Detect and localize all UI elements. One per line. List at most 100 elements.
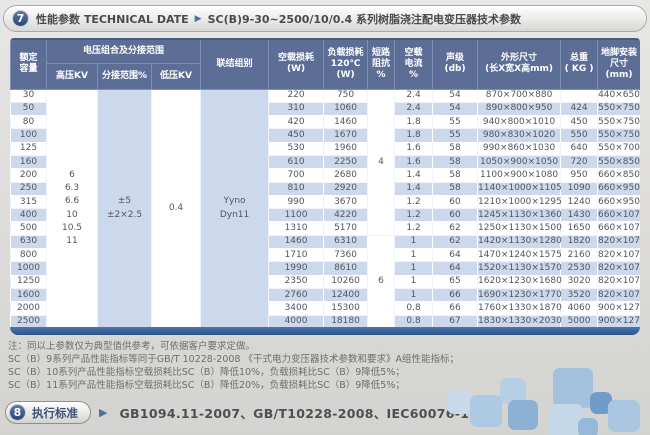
decor-square (508, 400, 538, 430)
cell-foundation: 660×950 (598, 195, 640, 208)
cell-load-loss: 1960 (324, 142, 368, 155)
cell-foundation: 550×850 (598, 155, 640, 168)
cell-no-load-current: 1 (395, 235, 433, 248)
cell-weight: 950 (561, 169, 598, 182)
cell-impedance: 4 (368, 89, 395, 235)
cell-sound-level: 54 (433, 89, 478, 102)
cell-load-loss: 2680 (324, 169, 368, 182)
cell-load-loss: 1060 (324, 102, 368, 115)
cell-dimensions: 1520×1130×1570 (478, 262, 561, 275)
col-header-capacity: 额定 容量 (11, 39, 47, 89)
cell-weight: 720 (561, 155, 598, 168)
cell-weight: 4060 (561, 302, 598, 315)
cell-vector-group: YynoDyn11 (201, 89, 269, 328)
cell-sound-level: 64 (433, 249, 478, 262)
cell-sound-level: 64 (433, 262, 478, 275)
cell-capacity: 1600 (11, 288, 47, 301)
cell-load-loss: 6310 (324, 235, 368, 248)
cell-capacity: 500 (11, 222, 47, 235)
decor-square (447, 390, 471, 414)
cell-foundation: 550×700 (598, 142, 640, 155)
cell-load-loss: 4220 (324, 209, 368, 222)
cell-capacity: 250 (11, 182, 47, 195)
cell-load-loss: 7360 (324, 249, 368, 262)
cell-dimensions: 980×830×1020 (478, 129, 561, 142)
cell-capacity: 1000 (11, 262, 47, 275)
section-number-badge: 7 (12, 10, 29, 27)
cell-lv-kv: 0.4 (152, 89, 201, 328)
cell-no-load-current: 1.8 (395, 129, 433, 142)
cell-sound-level: 58 (433, 169, 478, 182)
cell-foundation: 820×1070 (598, 288, 640, 301)
cell-weight (561, 89, 598, 102)
cell-sound-level: 62 (433, 235, 478, 248)
cell-no-load-loss: 700 (269, 169, 324, 182)
note-line: SC（B）9系列产品性能指标等同于GB/T 10228-2008 《干式电力变压… (8, 353, 459, 366)
cell-dimensions: 1470×1240×1575 (478, 249, 561, 262)
cell-load-loss: 5170 (324, 222, 368, 235)
section-number-badge: 8 (9, 404, 26, 421)
col-header-tap: 分接范围% (98, 63, 152, 89)
cell-no-load-loss: 1990 (269, 262, 324, 275)
cell-no-load-current: 1 (395, 275, 433, 288)
cell-sound-level: 62 (433, 222, 478, 235)
cell-no-load-loss: 2350 (269, 275, 324, 288)
note-line: SC（B）10系列产品性能指标空载损耗比SC（B）降低10%，负载损耗比SC（B… (8, 366, 459, 379)
cell-load-loss: 1670 (324, 129, 368, 142)
col-header-load-loss: 负载损耗 120℃(W) (324, 39, 368, 89)
cell-dimensions: 870×700×880 (478, 89, 561, 102)
arrow-right-icon: ▶ (99, 406, 107, 419)
cell-capacity: 200 (11, 169, 47, 182)
cell-foundation: 660×1070 (598, 222, 640, 235)
cell-dimensions: 1760×1330×1870 (478, 302, 561, 315)
cell-foundation: 660×850 (598, 169, 640, 182)
decor-square (470, 395, 502, 427)
cell-no-load-loss: 450 (269, 129, 324, 142)
datasheet-page: 7 性能参数 TECHNICAL DATE ▶ SC(B)9-30~2500/1… (0, 0, 650, 435)
cell-weight: 1430 (561, 209, 598, 222)
cell-weight: 640 (561, 142, 598, 155)
cell-no-load-current: 1.2 (395, 209, 433, 222)
cell-sound-level: 58 (433, 142, 478, 155)
cell-sound-level: 66 (433, 302, 478, 315)
cell-load-loss: 15300 (324, 302, 368, 315)
cell-load-loss: 2920 (324, 182, 368, 195)
standards-pill: 8 执行标准 (5, 401, 91, 424)
col-header-lv: 低压KV (152, 63, 201, 89)
cell-no-load-loss: 1100 (269, 209, 324, 222)
cell-no-load-current: 2.4 (395, 102, 433, 115)
notes-block: 注：同以上参数仅为典型值供参考，可依据客户要求定做。SC（B）9系列产品性能指标… (8, 340, 459, 392)
cell-capacity: 80 (11, 116, 47, 129)
cell-foundation: 440×650 (598, 89, 640, 102)
cell-foundation: 820×1070 (598, 249, 640, 262)
section-title-bar: 7 性能参数 TECHNICAL DATE ▶ SC(B)9-30~2500/1… (3, 5, 647, 32)
decor-square (578, 418, 598, 435)
page-title: 性能参数 TECHNICAL DATE (36, 11, 189, 27)
cell-capacity: 1250 (11, 275, 47, 288)
cell-sound-level: 54 (433, 102, 478, 115)
col-header-impedance: 短路 阻抗 % (368, 39, 395, 89)
cell-load-loss: 8610 (324, 262, 368, 275)
spec-table-body: 3066.36.61010.511±5±2×2.50.4YynoDyn11220… (11, 89, 641, 328)
cell-dimensions: 1245×1130×1360 (478, 209, 561, 222)
cell-no-load-current: 1.8 (395, 116, 433, 129)
cell-dimensions: 890×800×950 (478, 102, 561, 115)
cell-sound-level: 58 (433, 182, 478, 195)
cell-no-load-loss: 2760 (269, 288, 324, 301)
col-header-no-load-loss: 空载损耗 (W) (269, 39, 324, 89)
cell-impedance: 6 (368, 235, 395, 328)
cell-weight: 424 (561, 102, 598, 115)
table-row: 3066.36.61010.511±5±2×2.50.4YynoDyn11220… (11, 89, 641, 102)
cell-no-load-current: 0.8 (395, 302, 433, 315)
cell-weight: 3520 (561, 288, 598, 301)
cell-no-load-loss: 420 (269, 116, 324, 129)
cell-capacity: 315 (11, 195, 47, 208)
cell-weight: 1240 (561, 195, 598, 208)
cell-no-load-current: 1 (395, 249, 433, 262)
cell-load-loss: 750 (324, 89, 368, 102)
cell-capacity: 800 (11, 249, 47, 262)
cell-no-load-current: 1 (395, 262, 433, 275)
col-header-vector: 联结组别 (201, 39, 269, 89)
cell-foundation: 550×750 (598, 102, 640, 115)
cell-weight: 2160 (561, 249, 598, 262)
